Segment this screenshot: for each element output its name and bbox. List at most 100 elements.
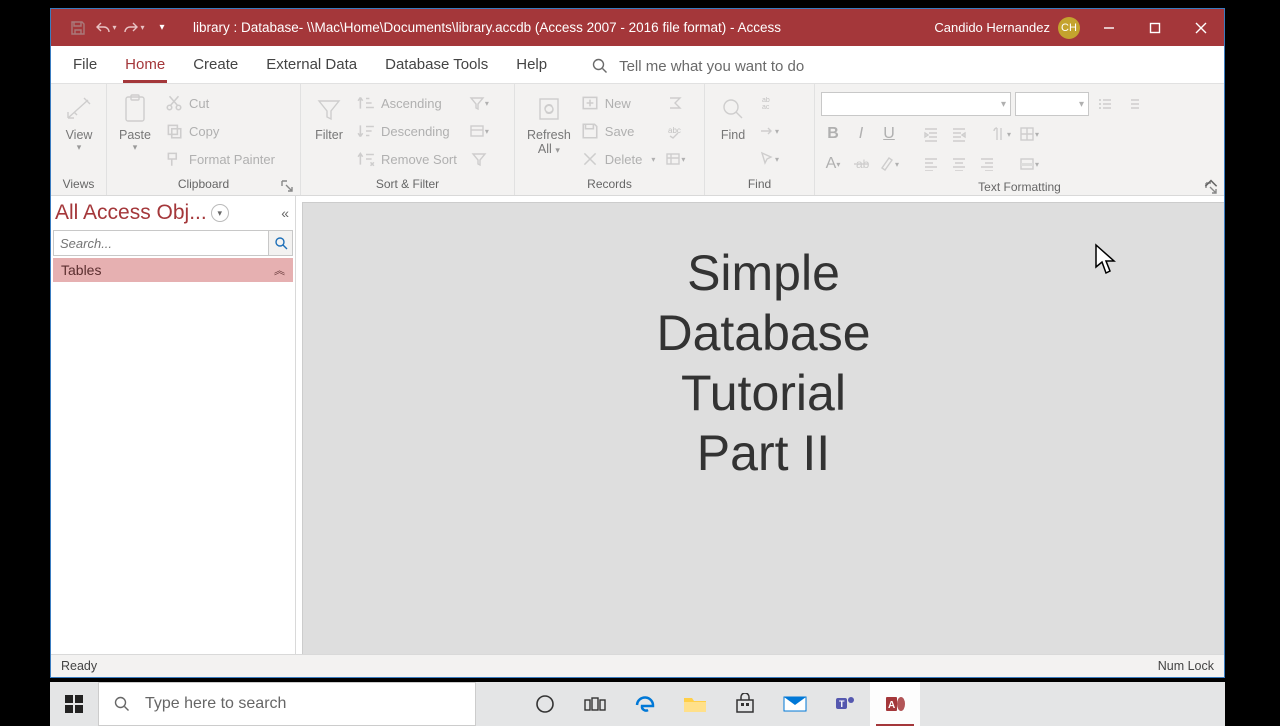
svg-text:T: T (839, 699, 845, 709)
taskbar-search[interactable]: Type here to search (98, 682, 476, 726)
ribbon-group-views: View ▾ Views (51, 84, 107, 195)
document-canvas: Simple Database Tutorial Part II (302, 202, 1224, 654)
font-color-button[interactable]: A▾ (821, 151, 845, 177)
alternate-row-color-icon[interactable]: ▾ (1017, 151, 1041, 177)
remove-sort-button[interactable]: Remove Sort (353, 146, 461, 172)
windows-taskbar: Type here to search T A (50, 682, 1225, 726)
minimize-button[interactable] (1086, 9, 1132, 46)
save-icon[interactable] (65, 15, 91, 41)
undo-icon[interactable]: ▾ (93, 15, 119, 41)
align-center-icon[interactable] (947, 151, 971, 177)
dialog-launcher-icon[interactable] (280, 179, 294, 193)
user-name: Candido Hernandez (934, 20, 1050, 35)
highlight-button[interactable]: ▾ (877, 151, 901, 177)
store-icon[interactable] (720, 682, 770, 726)
font-name-combo[interactable]: ▾ (821, 92, 1011, 116)
save-record-button[interactable]: Save (577, 118, 660, 144)
refresh-all-button[interactable]: RefreshAll ▾ (521, 86, 577, 157)
user-area[interactable]: Candido Hernandez CH (934, 17, 1086, 39)
goto-button[interactable]: ▾ (757, 118, 781, 144)
font-size-combo[interactable]: ▾ (1015, 92, 1089, 116)
format-painter-button[interactable]: Format Painter (161, 146, 279, 172)
chevron-down-icon[interactable]: ▾ (211, 204, 229, 222)
strikethrough-icon[interactable]: ab (849, 151, 873, 177)
svg-text:ac: ac (762, 104, 770, 111)
tab-help[interactable]: Help (502, 48, 561, 83)
selection-filter-button[interactable]: ▾ (467, 90, 491, 116)
ribbon-tabs: File Home Create External Data Database … (51, 46, 1224, 84)
replace-button[interactable]: abac (757, 90, 781, 116)
spelling-button[interactable]: abc (663, 118, 687, 144)
align-right-icon[interactable] (975, 151, 999, 177)
redo-icon[interactable]: ▾ (121, 15, 147, 41)
nav-pane-header[interactable]: All Access Obj... ▾ « (51, 196, 295, 230)
tab-home[interactable]: Home (111, 48, 179, 83)
collapse-nav-icon[interactable]: « (281, 205, 289, 221)
ascending-button[interactable]: Ascending (353, 90, 461, 116)
gridlines-icon[interactable]: ▾ (1017, 121, 1041, 147)
nav-group-tables[interactable]: Tables ︽ (53, 258, 293, 282)
svg-text:abc: abc (668, 126, 681, 135)
window-title: library : Database- \\Mac\Home\Documents… (175, 20, 934, 35)
align-left-icon[interactable] (919, 151, 943, 177)
select-button[interactable]: ▾ (757, 146, 781, 172)
start-button[interactable] (50, 682, 98, 726)
increase-indent-icon[interactable] (919, 121, 943, 147)
edge-icon[interactable] (620, 682, 670, 726)
access-taskbar-icon[interactable]: A (870, 682, 920, 726)
cut-button[interactable]: Cut (161, 90, 279, 116)
copy-icon (165, 122, 183, 140)
status-left: Ready (61, 659, 97, 673)
tab-database-tools[interactable]: Database Tools (371, 48, 502, 83)
mouse-cursor-icon (1092, 243, 1120, 282)
sort-desc-icon (357, 122, 375, 140)
totals-button[interactable] (663, 90, 687, 116)
tab-external-data[interactable]: External Data (252, 48, 371, 83)
nav-search-input[interactable] (54, 231, 268, 255)
qat-customize-icon[interactable]: ▾ (149, 15, 175, 41)
find-icon (719, 90, 747, 128)
new-icon (581, 94, 599, 112)
cut-icon (165, 94, 183, 112)
ribbon-group-clipboard: Paste ▾ Cut Copy Format Painter Clipboar… (107, 84, 301, 195)
tab-create[interactable]: Create (179, 48, 252, 83)
delete-icon (581, 150, 599, 168)
paste-button[interactable]: Paste ▾ (113, 86, 157, 153)
bullets-icon[interactable] (1093, 91, 1117, 117)
chevron-down-icon: ▾ (133, 142, 138, 153)
save-icon (581, 122, 599, 140)
underline-button[interactable]: U (877, 121, 901, 147)
svg-text:A: A (888, 700, 895, 711)
text-direction-icon[interactable]: ▾ (989, 121, 1013, 147)
view-button[interactable]: View ▾ (57, 86, 101, 153)
new-record-button[interactable]: New (577, 90, 660, 116)
tab-file[interactable]: File (59, 48, 111, 83)
more-records-button[interactable]: ▾ (663, 146, 687, 172)
delete-record-button[interactable]: Delete▾ (577, 146, 660, 172)
close-button[interactable] (1178, 9, 1224, 46)
teams-icon[interactable]: T (820, 682, 870, 726)
decrease-indent-icon[interactable] (947, 121, 971, 147)
svg-text:ab: ab (762, 97, 770, 104)
advanced-filter-button[interactable]: ▾ (467, 118, 491, 144)
toggle-filter-button[interactable] (467, 146, 491, 172)
italic-button[interactable]: I (849, 121, 873, 147)
file-explorer-icon[interactable] (670, 682, 720, 726)
find-button[interactable]: Find (711, 86, 755, 142)
window-controls (1086, 9, 1224, 46)
bold-button[interactable]: B (821, 121, 845, 147)
user-avatar: CH (1058, 17, 1080, 39)
descending-button[interactable]: Descending (353, 118, 461, 144)
tell-me-search[interactable]: Tell me what you want to do (591, 57, 804, 83)
copy-button[interactable]: Copy (161, 118, 279, 144)
cortana-icon[interactable] (520, 682, 570, 726)
remove-sort-icon (357, 150, 375, 168)
task-view-icon[interactable] (570, 682, 620, 726)
numbering-icon[interactable] (1121, 91, 1145, 117)
collapse-ribbon-icon[interactable] (1202, 175, 1220, 193)
search-icon[interactable] (268, 231, 292, 255)
mail-icon[interactable] (770, 682, 820, 726)
filter-button[interactable]: Filter (307, 86, 351, 142)
maximize-button[interactable] (1132, 9, 1178, 46)
taskbar-search-placeholder: Type here to search (145, 695, 286, 713)
